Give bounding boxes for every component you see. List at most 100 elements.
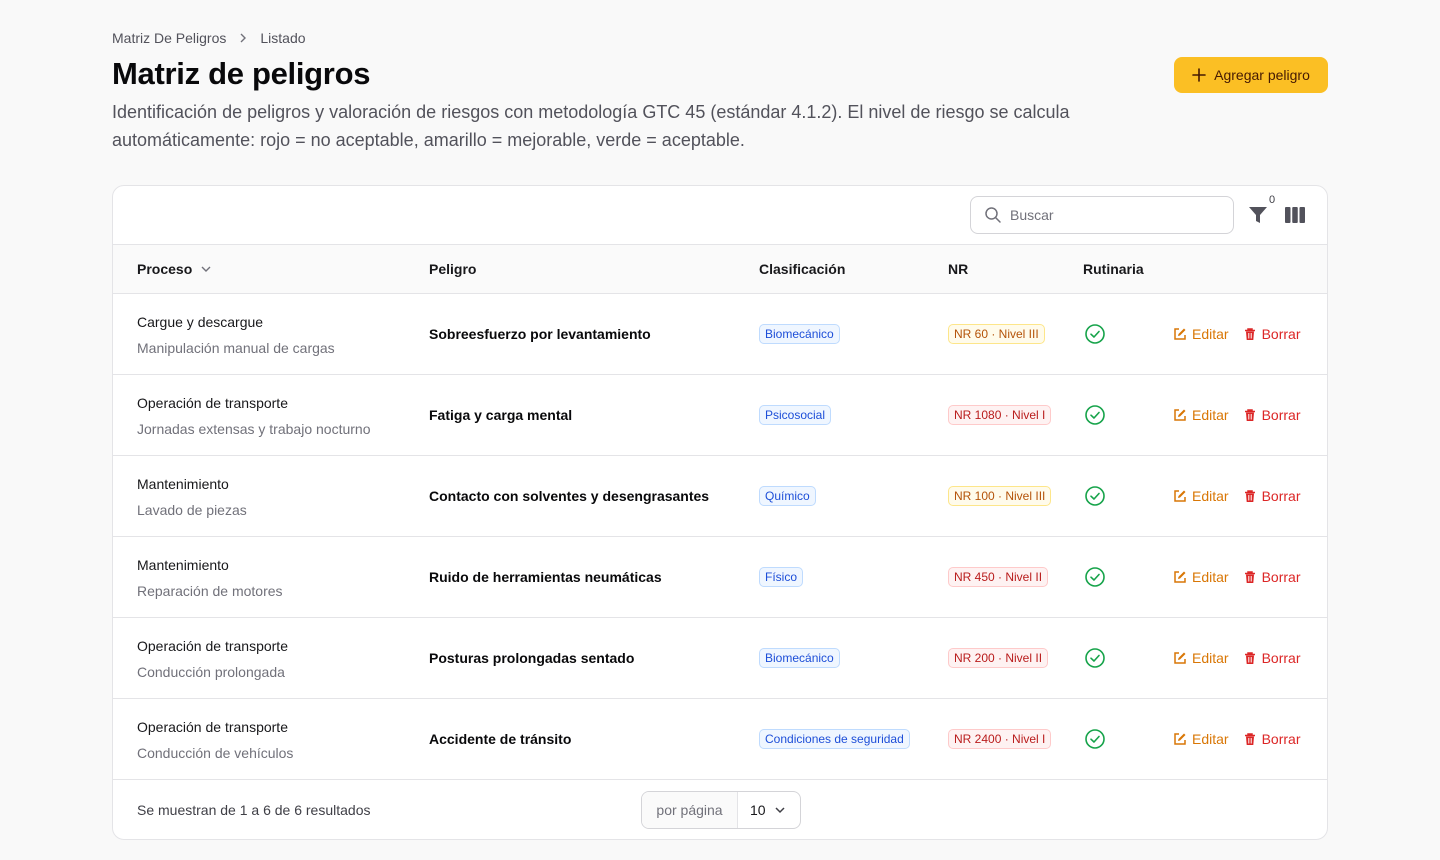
risk-level-cell: NR 450 · Nivel II [948,567,1049,587]
delete-button[interactable]: Borrar [1243,569,1300,585]
edit-icon [1174,490,1186,502]
process-cell: Cargue y descargue Manipulación manual d… [137,313,335,357]
hazard-name: Posturas prolongadas sentado [429,650,635,666]
trash-icon [1244,328,1255,340]
trash-icon [1244,652,1255,664]
search-input[interactable] [1010,207,1210,223]
delete-button[interactable]: Borrar [1243,488,1301,504]
risk-level-cell: NR 2400 · Nivel I [948,729,1052,749]
classification-badge: Físico [759,567,804,587]
classification-badge: Biomecánico [759,648,840,668]
delete-button-label: Borrar [1261,326,1301,342]
search-icon [985,207,1001,223]
table-body: Cargue y descargue Manipulación manual d… [113,294,1327,780]
hazard-name: Accidente de tránsito [429,731,572,747]
chevron-right-icon [240,33,247,43]
risk-level-badge: NR 200 · Nivel II [948,648,1049,668]
row-actions: Editar Borrar [1173,650,1300,666]
check-circle-icon [1085,405,1105,425]
classification-badge: Químico [759,486,816,506]
column-header-proceso-label: Proceso [137,261,193,277]
delete-button-label: Borrar [1261,488,1301,504]
column-header-nr-label: NR [948,261,969,277]
column-header-proceso[interactable]: Proceso [137,261,212,277]
trash-icon [1244,490,1255,502]
classification-cell: Biomecánico [759,324,840,344]
classification-cell: Biomecánico [759,648,840,668]
hazards-table-card: 0 Proceso Peligro Clasificación NR Rutin… [112,185,1328,840]
edit-button[interactable]: Editar [1173,731,1229,747]
columns-icon[interactable] [1284,205,1306,225]
hazard-name: Contacto con solventes y desengrasantes [429,488,710,504]
column-header-clasificacion: Clasificación [759,261,845,277]
column-header-peligro: Peligro [429,261,476,277]
table-row: Operación de transporte Conducción prolo… [113,618,1327,699]
breadcrumb-parent-link[interactable]: Matriz De Peligros [112,30,226,46]
page-subtitle: Identificación de peligros y valoración … [112,102,1070,150]
edit-icon [1174,409,1186,421]
table-footer: Se muestran de 1 a 6 de 6 resultados por… [113,780,1327,839]
edit-button[interactable]: Editar [1173,488,1229,504]
edit-button[interactable]: Editar [1173,569,1229,585]
row-actions: Editar Borrar [1173,326,1300,342]
edit-button-label: Editar [1192,488,1229,504]
risk-level-cell: NR 60 · Nivel III [948,324,1045,344]
process-name: Operación de transporte [137,719,288,735]
process-cell: Operación de transporte Jornadas extensa… [137,394,370,438]
process-name: Mantenimiento [137,476,229,492]
row-actions: Editar Borrar [1173,731,1300,747]
row-actions: Editar Borrar [1173,569,1300,585]
add-hazard-button-label: Agregar peligro [1214,67,1310,83]
trash-icon [1244,409,1255,421]
edit-button[interactable]: Editar [1173,650,1229,666]
check-circle-icon [1085,729,1105,749]
delete-button[interactable]: Borrar [1243,731,1300,747]
activity-name: Conducción prolongada [137,664,285,680]
classification-cell: Psicosocial [759,405,832,425]
row-actions: Editar Borrar [1173,488,1300,504]
edit-button[interactable]: Editar [1173,407,1229,423]
process-name: Cargue y descargue [137,314,264,330]
risk-level-badge: NR 1080 · Nivel I [948,405,1052,425]
edit-button[interactable]: Editar [1173,326,1229,342]
edit-button-label: Editar [1192,569,1229,585]
add-hazard-button[interactable]: Agregar peligro [1174,57,1328,93]
delete-button-label: Borrar [1261,650,1301,666]
trash-icon [1244,733,1255,745]
edit-icon [1174,328,1186,340]
per-page-dropdown[interactable]: 10 [738,792,800,828]
risk-level-badge: NR 2400 · Nivel I [948,729,1052,749]
activity-name: Lavado de piezas [137,502,247,518]
breadcrumb: Matriz De Peligros Listado [112,30,306,46]
hazard-name: Fatiga y carga mental [429,407,573,423]
delete-button-label: Borrar [1261,407,1301,423]
check-circle-icon [1085,648,1105,668]
edit-button-label: Editar [1192,650,1229,666]
delete-button[interactable]: Borrar [1243,650,1301,666]
delete-button[interactable]: Borrar [1243,407,1301,423]
risk-level-cell: NR 200 · Nivel II [948,648,1049,668]
per-page-select[interactable]: por página 10 [641,791,801,829]
table-row: Operación de transporte Conducción de ve… [113,699,1327,780]
per-page-label: por página [642,792,738,828]
process-cell: Operación de transporte Conducción prolo… [137,637,288,681]
edit-button-label: Editar [1192,407,1229,423]
column-header-rutinaria-label: Rutinaria [1083,261,1144,277]
process-name: Mantenimiento [137,557,229,573]
classification-badge: Biomecánico [759,324,840,344]
search-box [970,196,1234,234]
hazard-name: Ruido de herramientas neumáticas [429,569,662,585]
filter-icon[interactable] [1247,204,1269,226]
process-cell: Operación de transporte Conducción de ve… [137,718,293,762]
column-header-clasificacion-label: Clasificación [759,261,846,277]
risk-level-cell: NR 1080 · Nivel I [948,405,1052,425]
delete-button[interactable]: Borrar [1243,326,1301,342]
table-row: Operación de transporte Jornadas extensa… [113,375,1327,456]
activity-name: Manipulación manual de cargas [137,340,335,356]
classification-cell: Químico [759,486,816,506]
row-actions: Editar Borrar [1173,407,1300,423]
check-circle-icon [1085,486,1105,506]
risk-level-cell: NR 100 · Nivel III [948,486,1052,506]
table-header: Proceso Peligro Clasificación NR Rutinar… [113,245,1327,294]
process-name: Operación de transporte [137,395,288,411]
